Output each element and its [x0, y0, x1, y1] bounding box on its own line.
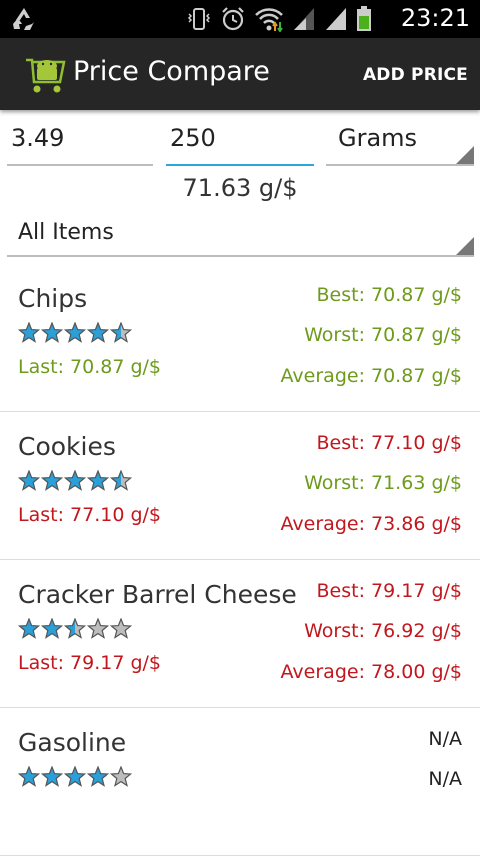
list-item[interactable]: Chips Last: 70.87 g/$ Best: 70.87 g/$ Wo… [0, 264, 480, 412]
item-name: Chips [18, 284, 88, 313]
list-item[interactable]: Gasoline N/A N/A [0, 708, 480, 856]
star-icon [110, 322, 132, 343]
status-bar: 23:21 [0, 0, 480, 38]
item-best: Best: 77.10 g/$ [316, 432, 463, 454]
star-icon [41, 766, 63, 787]
app-title: Price Compare [73, 56, 270, 87]
items-list: Chips Last: 70.87 g/$ Best: 70.87 g/$ Wo… [0, 264, 480, 856]
item-worst: Worst: 71.63 g/$ [304, 472, 462, 494]
item-worst: Worst: 76.92 g/$ [304, 620, 462, 642]
star-icon [41, 470, 63, 491]
star-icon [18, 766, 40, 787]
star-icon [110, 618, 132, 639]
star-icon [87, 322, 109, 343]
vibrate-icon [187, 8, 211, 30]
amount-input-value: 250 [170, 124, 216, 152]
item-name: Gasoline [18, 728, 127, 757]
wifi-icon [255, 8, 283, 32]
star-icon [87, 766, 109, 787]
list-item[interactable]: Cookies Last: 77.10 g/$ Best: 77.10 g/$ … [0, 412, 480, 560]
alarm-clock-icon [222, 7, 244, 31]
item-average: Average: 78.00 g/$ [280, 661, 462, 683]
filter-spinner-value: All Items [18, 220, 114, 245]
recycle-icon [13, 8, 34, 30]
rating-stars [18, 766, 132, 788]
star-icon [110, 470, 132, 491]
battery-icon [357, 6, 371, 31]
item-best: Best: 79.17 g/$ [316, 580, 463, 602]
list-item[interactable]: Cracker Barrel Cheese Last: 79.17 g/$ Be… [0, 560, 480, 708]
item-worst: Worst: 70.87 g/$ [304, 324, 462, 346]
item-name: Cookies [18, 432, 116, 461]
computed-ratio: 71.63 g/$ [182, 174, 298, 202]
star-icon [64, 470, 86, 491]
price-input-value: 3.49 [11, 124, 65, 152]
star-icon [110, 766, 132, 787]
star-icon [18, 618, 40, 639]
item-last: Last: 70.87 g/$ [18, 356, 162, 378]
item-last: Last: 77.10 g/$ [18, 504, 162, 526]
signal-icon [326, 8, 346, 30]
unit-spinner-value: Grams [338, 124, 418, 152]
star-icon [41, 618, 63, 639]
item-name: Cracker Barrel Cheese [18, 580, 297, 609]
status-icons [186, 6, 372, 32]
rating-stars [18, 618, 132, 640]
star-icon [64, 322, 86, 343]
amount-input[interactable]: 250 [166, 118, 314, 166]
unit-spinner[interactable]: Grams [326, 118, 474, 166]
price-input[interactable]: 3.49 [7, 118, 153, 166]
star-icon [87, 470, 109, 491]
android-cart-icon [26, 58, 66, 93]
star-icon [18, 470, 40, 491]
rating-stars [18, 470, 132, 492]
filter-spinner[interactable]: All Items [7, 213, 474, 257]
item-worst: N/A [428, 768, 462, 790]
item-best: Best: 70.87 g/$ [316, 284, 463, 306]
signal-partial-icon [294, 8, 314, 30]
rating-stars [18, 322, 132, 344]
spinner-arrow-icon [456, 146, 474, 164]
star-icon [64, 766, 86, 787]
star-icon [18, 322, 40, 343]
action-bar: Price Compare ADD PRICE [0, 38, 480, 110]
spinner-arrow-icon [456, 237, 474, 255]
item-best: N/A [428, 728, 462, 750]
item-average: Average: 70.87 g/$ [280, 365, 462, 387]
status-time: 23:21 [400, 4, 470, 32]
star-icon [87, 618, 109, 639]
star-icon [64, 618, 86, 639]
add-price-button[interactable]: ADD PRICE [363, 65, 468, 85]
item-average: Average: 73.86 g/$ [280, 513, 462, 535]
item-last: Last: 79.17 g/$ [18, 652, 162, 674]
star-icon [41, 322, 63, 343]
